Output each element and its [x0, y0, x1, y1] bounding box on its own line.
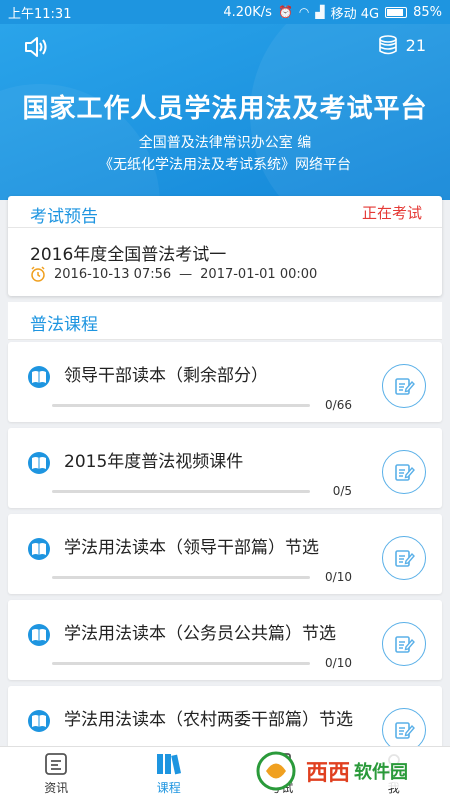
edit-note-icon: [395, 378, 415, 395]
exam-status-badge: 正在考试: [361, 204, 422, 222]
course-title: 领导干部读本（剩余部分）: [64, 366, 268, 386]
books-icon: [156, 754, 181, 775]
svg-text:软件园: 软件园: [354, 761, 408, 783]
book-icon: [28, 538, 50, 560]
app-subtitle-editor: 全国普及法律常识办公室 编: [138, 135, 312, 151]
course-title: 2015年度普法视频课件: [64, 452, 244, 472]
status-network: 移动 4G: [330, 6, 380, 22]
coin-count: 21: [405, 35, 426, 55]
courses-section-header: 普法课程: [8, 302, 442, 340]
hero-header: 21 国家工作人员学法用法及考试平台 全国普及法律常识办公室 编 《无纸化学法用…: [0, 24, 450, 200]
course-study-button[interactable]: [382, 364, 426, 408]
coins-indicator[interactable]: 21: [378, 34, 426, 56]
book-icon: [28, 452, 50, 474]
edit-note-icon: [395, 464, 415, 481]
status-battery: 85%: [413, 4, 442, 20]
wifi-icon: ◠: [298, 5, 310, 19]
sound-icon[interactable]: [24, 36, 50, 58]
course-card[interactable]: 领导干部读本（剩余部分） 0/66: [8, 342, 442, 422]
exam-name: 2016年度全国普法考试一: [30, 245, 227, 265]
battery-icon: [385, 6, 408, 18]
course-progress-bar: [52, 490, 310, 493]
course-progress-bar: [52, 404, 310, 407]
alarm-icon: ⏰: [277, 5, 293, 19]
app-title: 国家工作人员学法用法及考试平台: [22, 94, 428, 124]
course-card[interactable]: 学法用法读本（公务员公共篇）节选 0/10: [8, 600, 442, 680]
course-title: 学法用法读本（农村两委干部篇）节选: [64, 710, 353, 730]
book-icon: [28, 366, 50, 388]
clock-icon: [31, 266, 45, 282]
course-progress-bar: [52, 576, 310, 579]
site-watermark-logo: 西西 软件园: [256, 751, 438, 791]
edit-note-icon: [395, 722, 415, 739]
exam-preview-label: 考试预告: [30, 207, 98, 227]
course-study-button[interactable]: [382, 450, 426, 494]
course-card[interactable]: 2015年度普法视频课件 0/5: [8, 428, 442, 508]
news-icon: [45, 753, 68, 775]
courses-section-title: 普法课程: [30, 315, 98, 335]
course-progress-count: 0/10: [325, 570, 352, 584]
course-card[interactable]: 学法用法读本（领导干部篇）节选 0/10: [8, 514, 442, 594]
status-time: 上午11:31: [8, 6, 72, 22]
status-bar: 上午11:31 4.20K/s ⏰ ◠ ▟ 移动 4G 85%: [0, 0, 450, 24]
exam-time-range: 2016-10-13 07:56 — 2017-01-01 00:00: [30, 266, 317, 282]
signal-icon: ▟: [315, 5, 325, 19]
course-study-button[interactable]: [382, 622, 426, 666]
exam-preview-card[interactable]: 考试预告 正在考试 2016年度全国普法考试一 2016-10-13 07:56…: [8, 196, 442, 296]
tab-courses[interactable]: 课程: [113, 747, 226, 800]
book-icon: [28, 710, 50, 732]
exam-start-time: 2016-10-13 07:56: [54, 266, 172, 282]
course-progress-bar: [52, 662, 310, 665]
app-subtitle-platform: 《无纸化学法用法及考试系统》网络平台: [99, 157, 351, 173]
course-title: 学法用法读本（公务员公共篇）节选: [64, 624, 336, 644]
course-study-button[interactable]: [382, 536, 426, 580]
exam-end-time: 2017-01-01 00:00: [200, 266, 318, 282]
book-icon: [28, 624, 50, 646]
course-title: 学法用法读本（领导干部篇）节选: [64, 538, 319, 558]
coins-icon: [378, 35, 397, 55]
tab-news[interactable]: 资讯: [0, 747, 113, 800]
course-progress-count: 0/66: [325, 398, 352, 412]
edit-note-icon: [395, 636, 415, 653]
status-speed: 4.20K/s: [223, 4, 272, 20]
course-progress-count: 0/10: [325, 656, 352, 670]
edit-note-icon: [395, 550, 415, 567]
course-progress-count: 0/5: [332, 484, 352, 498]
svg-text:西西: 西西: [306, 761, 350, 786]
